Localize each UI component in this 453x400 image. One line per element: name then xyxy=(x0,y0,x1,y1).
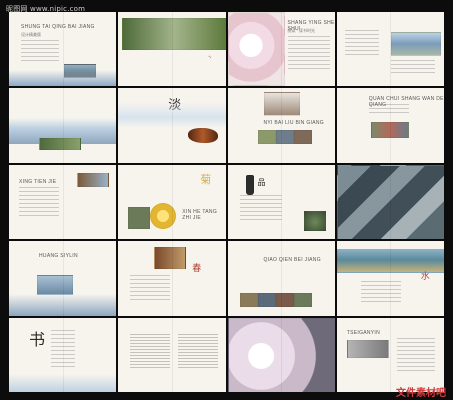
text-block xyxy=(19,186,59,217)
bird-mark: ∿ xyxy=(208,54,212,59)
spread-title: NYI BAI LIU BIN GIANG xyxy=(263,120,324,127)
spread-title: SHUNG TAI QING BAI JIANG xyxy=(21,24,95,30)
calligraphy: 书 xyxy=(29,329,46,349)
mist-band xyxy=(9,293,117,316)
calligraphy: 品 xyxy=(257,177,266,187)
bottle-image xyxy=(245,174,254,195)
thumb-1 xyxy=(239,293,258,308)
text-block xyxy=(368,104,409,117)
text-block xyxy=(51,329,75,370)
mountain-mist xyxy=(9,118,117,145)
landscape-photo xyxy=(39,138,81,151)
thumb-4 xyxy=(293,293,312,308)
text-block xyxy=(396,337,435,372)
thumb-3 xyxy=(275,293,294,308)
spread-blossom2[interactable] xyxy=(227,317,335,392)
bottom-stamp: 文件素材吧 xyxy=(396,388,446,399)
text-block xyxy=(344,30,379,56)
gate-photo xyxy=(263,92,300,117)
mist-band xyxy=(9,374,117,392)
spread-chrysanthemum[interactable]: 菊 XIN HE TANG ZHI JIE xyxy=(118,164,226,240)
rooftops-photo xyxy=(336,164,444,240)
spread-architecture[interactable]: NYI BAI LIU BIN GIANG xyxy=(227,88,335,163)
spread-title: XING TIEN JIE xyxy=(19,178,57,185)
spread-bridge[interactable]: HUANG SIYLIN xyxy=(9,241,117,316)
calligraphy: 春 xyxy=(192,264,202,275)
spread-title: TSEIGANYIN xyxy=(346,329,381,336)
thumb-2 xyxy=(275,130,294,145)
spread-title: XIN HE TANG ZHI JIE xyxy=(182,208,218,221)
mist-band xyxy=(118,102,226,129)
blossom-photo xyxy=(227,12,285,86)
text-block xyxy=(360,281,401,304)
text-block xyxy=(390,60,435,74)
spread-market[interactable]: QUAN CHUI SHANG WAN DE QIANG xyxy=(336,88,444,163)
market-photo xyxy=(370,122,409,139)
thumb-1 xyxy=(257,130,276,145)
mist-band xyxy=(9,70,117,87)
text-block xyxy=(21,40,59,62)
calligraphy: 菊 xyxy=(200,172,212,186)
spread-garden2[interactable]: XING TIEN JIE xyxy=(9,164,117,240)
spread-tea[interactable]: 春 xyxy=(118,241,226,316)
chrysanthemum-photo xyxy=(150,202,177,229)
spread-heritage[interactable]: QIAO QIEN BEI JIANG xyxy=(227,241,335,316)
thumb-3 xyxy=(293,130,312,145)
tree-photo xyxy=(303,210,326,231)
photo-1 xyxy=(128,206,151,229)
spread-title: QIAO QIEN BEI JIANG xyxy=(263,257,321,264)
spread-garden[interactable]: ∿ xyxy=(118,12,226,87)
calligraphy: 水 xyxy=(420,272,430,283)
tea-photo xyxy=(154,247,187,270)
spread-subtitle: 阅读 · 读书时光 xyxy=(287,28,316,33)
spread-subtitle: 设计精美版 xyxy=(21,32,41,37)
final-photo xyxy=(346,339,389,358)
spread-cover[interactable]: SHUNG TAI QING BAI JIANG 设计精美版 xyxy=(9,12,117,87)
thumb-2 xyxy=(257,293,276,308)
blossom-photo xyxy=(227,317,335,392)
table-left xyxy=(130,333,171,368)
spread-bottle[interactable]: 品 xyxy=(227,164,335,240)
garden-thumb xyxy=(77,172,109,187)
brochure-grid: SHUNG TAI QING BAI JIANG 设计精美版 ∿ SHANG Y… xyxy=(9,12,444,392)
violin-image xyxy=(188,128,219,144)
spread-title: HUANG SIYLIN xyxy=(39,253,78,260)
spread-final[interactable]: TSEIGANYIN xyxy=(336,317,444,392)
text-block xyxy=(239,194,282,221)
spread-mountain[interactable] xyxy=(9,88,117,163)
text-block xyxy=(287,36,330,72)
spread-rooftops[interactable] xyxy=(336,164,444,240)
spread-waterfront[interactable]: 水 xyxy=(336,241,444,316)
table-right xyxy=(178,333,219,368)
spread-brushcover[interactable]: 书 xyxy=(9,317,117,392)
lake-photo xyxy=(390,32,441,56)
spread-blossom[interactable]: SHANG YING SHE SHUI 阅读 · 读书时光 xyxy=(227,12,335,87)
spread-lake[interactable] xyxy=(336,12,444,87)
text-block xyxy=(130,275,171,304)
garden-photo xyxy=(122,18,226,50)
bridge-photo xyxy=(37,275,73,296)
spread-violin[interactable]: 淡 xyxy=(118,88,226,163)
spread-tables[interactable] xyxy=(118,317,226,392)
